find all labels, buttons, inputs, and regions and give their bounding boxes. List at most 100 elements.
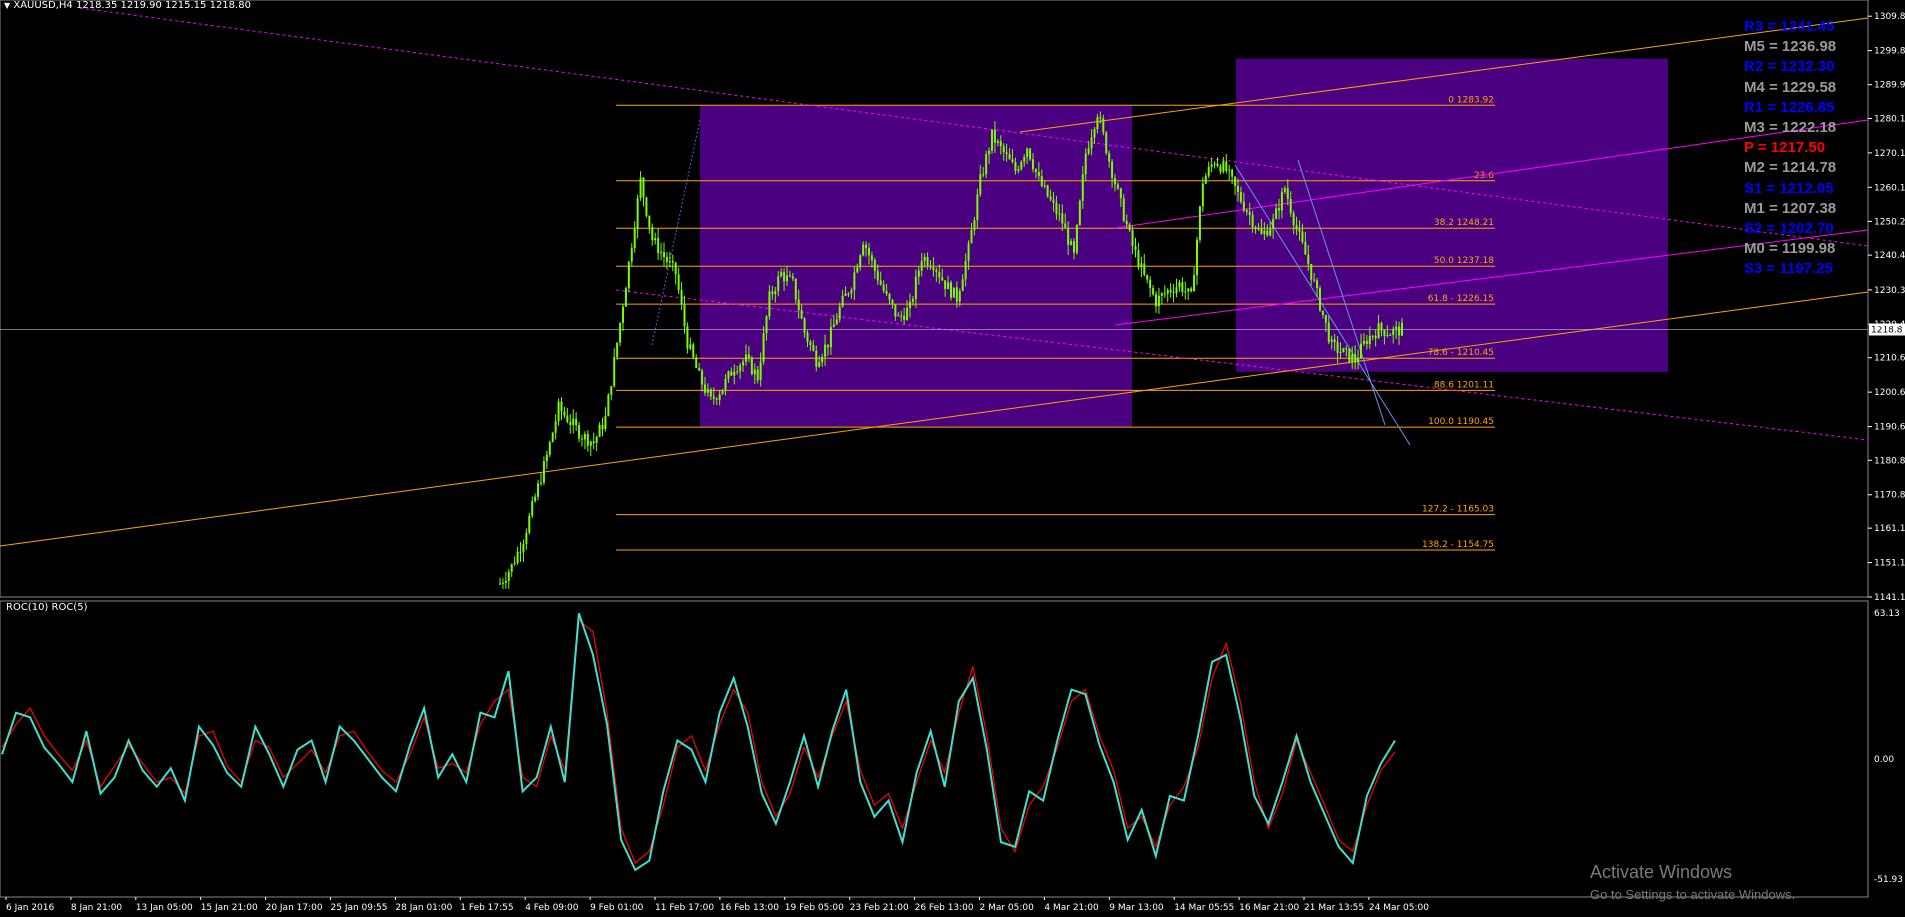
- time-tick-label: 1 Feb 17:55: [460, 903, 513, 913]
- candle-body: [1339, 352, 1342, 354]
- candle-body: [1140, 263, 1143, 268]
- candle-body: [1169, 290, 1172, 293]
- candle-body: [870, 255, 873, 261]
- candle-body: [791, 276, 794, 279]
- candle-body: [1002, 146, 1005, 153]
- candle-body: [1251, 214, 1254, 228]
- candle-body: [730, 371, 733, 376]
- candle-body: [812, 345, 815, 351]
- candle-body: [868, 248, 870, 256]
- candle-body: [1108, 153, 1111, 162]
- candle-body: [1099, 117, 1102, 119]
- candle-body: [1043, 185, 1046, 187]
- candle-body: [510, 564, 513, 572]
- candle-body: [891, 299, 894, 305]
- price-tick-label: 1240.4: [1874, 251, 1905, 261]
- candle-body: [1032, 159, 1034, 170]
- time-tick-label: 16 Mar 21:00: [1239, 903, 1299, 913]
- candle-body: [516, 551, 519, 564]
- price-tick-label: 1220.4: [1874, 320, 1905, 330]
- candle-body: [665, 257, 668, 262]
- candle-body: [1026, 148, 1029, 157]
- candle-body: [1380, 323, 1383, 331]
- candle-body: [1175, 287, 1178, 294]
- candle-body: [1046, 185, 1049, 197]
- price-tick-label: 1230.3: [1874, 286, 1905, 296]
- candle-body: [583, 433, 586, 440]
- pivot-level-label: M0 = 1199.98: [1744, 240, 1836, 258]
- candle-body: [803, 318, 806, 333]
- candle-body: [1207, 166, 1210, 176]
- candle-body: [1137, 250, 1140, 268]
- candle-body: [876, 270, 879, 281]
- candle-body: [1310, 263, 1313, 280]
- candle-body: [982, 174, 985, 176]
- pivot-level-label: R3 = 1241.45: [1744, 18, 1835, 35]
- candle-body: [797, 299, 800, 311]
- candle-body: [1067, 227, 1070, 245]
- candle-body: [519, 551, 522, 553]
- pivot-level-label: M3 = 1222.18: [1744, 119, 1837, 136]
- candle-body: [747, 354, 750, 358]
- candle-body: [929, 265, 932, 268]
- candle-body: [771, 291, 774, 295]
- candle-body: [648, 215, 651, 228]
- time-tick-label: 16 Feb 13:00: [720, 903, 779, 913]
- candle-body: [566, 415, 569, 422]
- candle-body: [1225, 161, 1228, 171]
- candle-body: [1090, 137, 1093, 149]
- candle-body: [540, 482, 542, 484]
- candle-body: [563, 411, 566, 416]
- time-tick-label: 28 Jan 01:00: [395, 903, 452, 913]
- time-tick-label: 6 Jan 2016: [6, 903, 54, 913]
- candle-body: [879, 280, 882, 285]
- price-tick-label: 1309.8: [1874, 12, 1905, 22]
- candle-body: [862, 244, 865, 256]
- candle-body: [938, 272, 941, 278]
- candle-body: [985, 154, 988, 175]
- candle-body: [589, 441, 592, 446]
- candle-body: [624, 288, 627, 307]
- candle-body: [1222, 161, 1225, 172]
- candle-body: [911, 298, 914, 302]
- candle-body: [581, 438, 583, 440]
- indicator-label: ROC(10) ROC(5): [6, 602, 88, 613]
- fib-level-label: 88.6 1201.11: [1434, 380, 1494, 390]
- candle-body: [1093, 129, 1096, 138]
- candle-body: [1037, 172, 1040, 177]
- candle-body: [1260, 228, 1263, 234]
- candle-body: [1014, 162, 1017, 171]
- candle-body: [545, 454, 548, 462]
- candle-body: [973, 220, 976, 231]
- candle-body: [1216, 163, 1219, 167]
- candle-body: [815, 350, 818, 367]
- candle-body: [950, 282, 952, 298]
- candle-body: [1219, 166, 1222, 172]
- candle-body: [1365, 340, 1368, 344]
- candle-body: [1333, 339, 1336, 343]
- candle-body: [824, 344, 827, 357]
- candle-body: [698, 368, 701, 371]
- candle-body: [970, 230, 973, 244]
- candle-body: [865, 244, 868, 249]
- candle-body: [765, 316, 768, 334]
- time-tick-label: 14 Mar 05:55: [1174, 903, 1234, 913]
- candle-body: [616, 342, 619, 357]
- candle-body: [595, 436, 598, 444]
- candle-body: [1292, 213, 1295, 226]
- candle-body: [961, 279, 964, 292]
- candle-body: [507, 571, 510, 581]
- candle-body: [900, 315, 903, 317]
- candle-body: [1298, 229, 1301, 232]
- dropdown-arrow-icon[interactable]: ▼: [4, 1, 10, 10]
- candle-body: [1234, 176, 1237, 187]
- fib-level-label: 78.6 - 1210.45: [1428, 348, 1494, 358]
- price-tick-label: 1250.2: [1874, 217, 1905, 227]
- candle-body: [847, 293, 850, 295]
- price-tick-label: 1151.1: [1874, 559, 1905, 569]
- candle-body: [1193, 275, 1196, 292]
- candle-body: [1131, 230, 1134, 247]
- pivot-level-label: R1 = 1226.85: [1744, 98, 1835, 116]
- candle-body: [1084, 153, 1087, 175]
- candle-body: [947, 282, 950, 290]
